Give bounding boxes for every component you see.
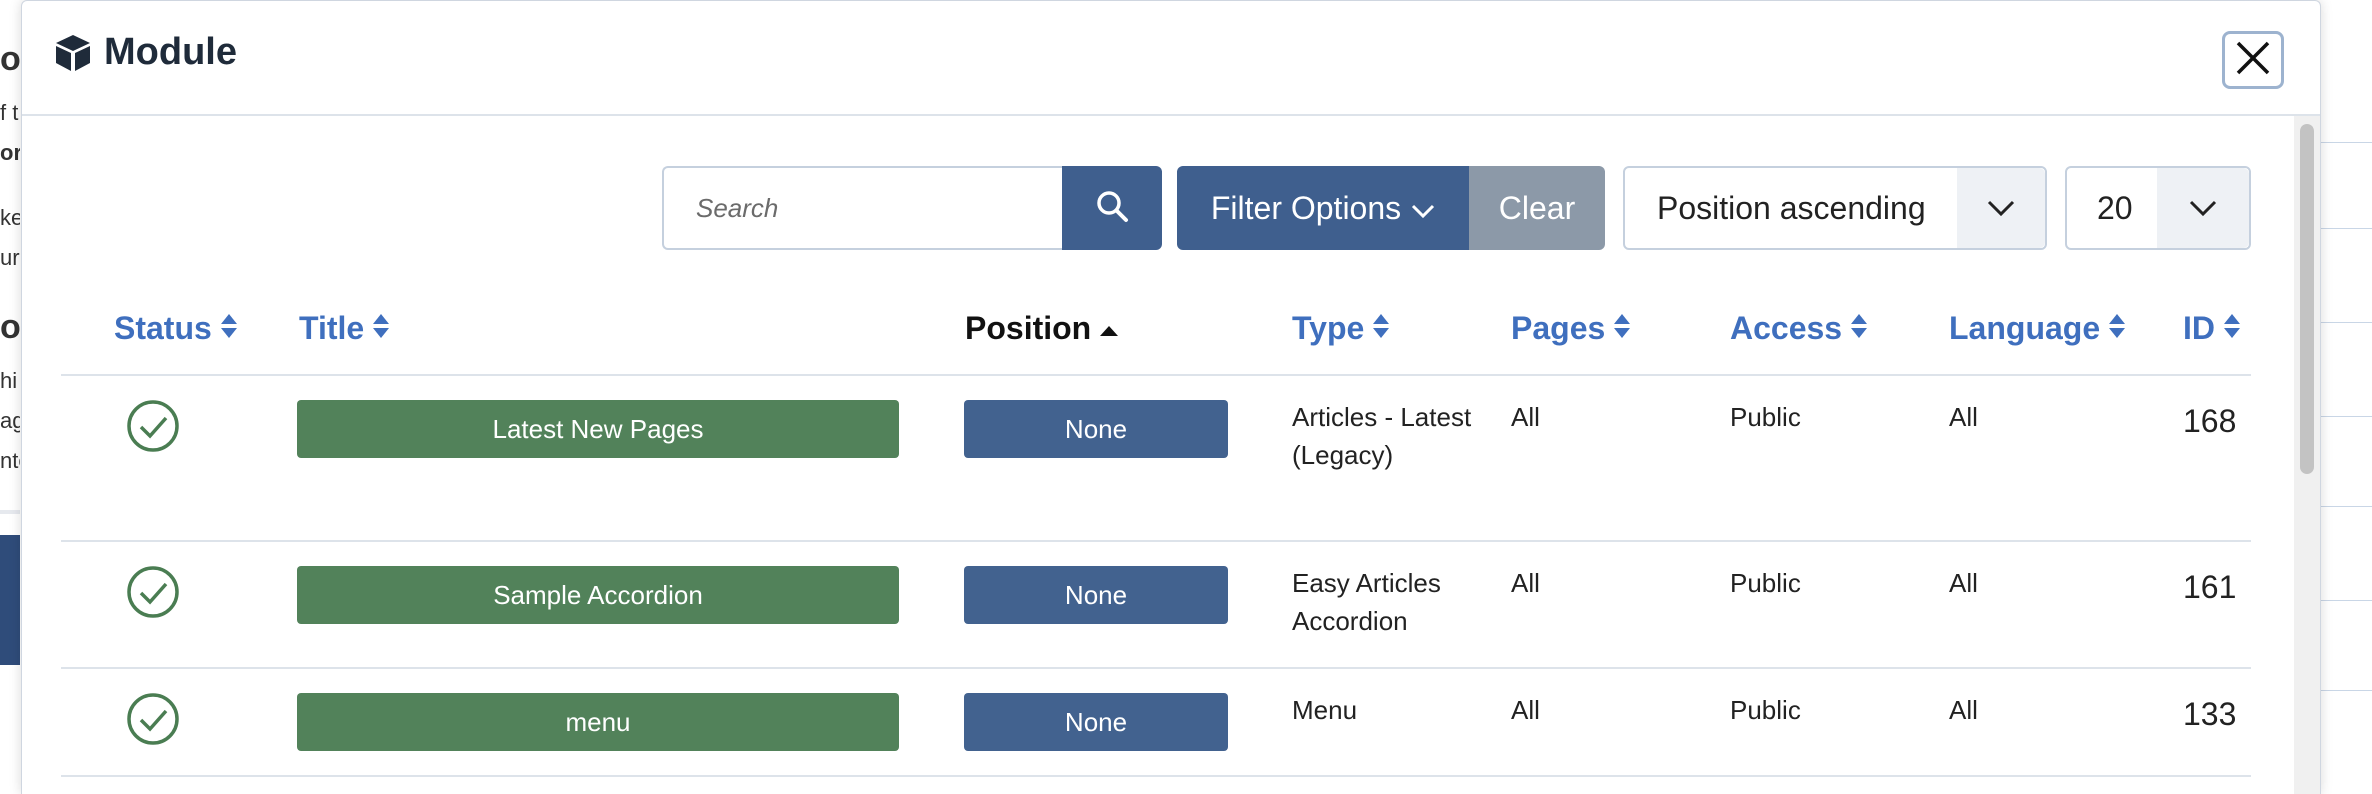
clear-button[interactable]: Clear: [1469, 166, 1605, 250]
search-icon: [1094, 188, 1130, 229]
bg-line: [2312, 690, 2372, 691]
access-cell: Public: [1730, 695, 1801, 725]
filter-options-button[interactable]: Filter Options: [1177, 166, 1469, 250]
pages-cell: All: [1511, 568, 1540, 598]
module-title-button[interactable]: menu: [297, 693, 899, 751]
filter-options-label: Filter Options: [1210, 189, 1402, 226]
bg-fragment: hi: [0, 368, 18, 393]
language-cell: All: [1949, 568, 1978, 598]
column-header-language[interactable]: Language: [1949, 310, 2126, 347]
bg-line: [2312, 600, 2372, 601]
chevron-down-icon: [1957, 168, 2045, 248]
sort-icon: [220, 310, 238, 347]
modal-title: Module: [104, 31, 237, 73]
sort-icon: [2223, 310, 2241, 347]
published-check-icon[interactable]: [126, 565, 180, 619]
chevron-down-icon: [2157, 168, 2249, 248]
column-header-position[interactable]: Position: [965, 310, 1119, 347]
search-box: [662, 166, 1064, 250]
published-check-icon[interactable]: [126, 399, 180, 453]
bg-line: [2312, 142, 2372, 143]
column-header-label: Language: [1949, 310, 2101, 346]
module-title-button[interactable]: Latest New Pages: [297, 400, 899, 458]
language-cell: All: [1949, 402, 1978, 432]
table-row: Sample Accordion None Easy Articles Acco…: [61, 542, 2251, 669]
search-button[interactable]: [1062, 166, 1162, 250]
bg-blue-block: [0, 535, 20, 665]
position-badge[interactable]: None: [964, 566, 1228, 624]
bg-line: [2312, 322, 2372, 323]
modal-header: Module: [22, 1, 2320, 116]
access-cell: Public: [1730, 402, 1801, 432]
cube-icon: [52, 32, 94, 74]
position-badge[interactable]: None: [964, 693, 1228, 751]
bg-fragment: f t: [0, 100, 19, 125]
sort-icon: [1850, 310, 1868, 347]
module-modal: Module Filter Opt: [21, 0, 2321, 794]
close-button[interactable]: [2222, 31, 2284, 89]
search-input[interactable]: [664, 168, 1064, 248]
column-header-pages[interactable]: Pages: [1511, 310, 1631, 347]
bg-fragment: ou: [0, 308, 20, 346]
id-cell: 168: [2183, 403, 2237, 439]
id-cell: 133: [2183, 696, 2237, 732]
list-limit-select[interactable]: 20: [2065, 166, 2251, 250]
column-header-type[interactable]: Type: [1292, 310, 1390, 347]
column-header-label: Status: [114, 310, 212, 346]
language-cell: All: [1949, 695, 1978, 725]
bg-fragment: nte: [0, 448, 20, 473]
modules-table: Status Title Position Type Pages Access …: [61, 286, 2251, 777]
column-header-label: Type: [1292, 310, 1365, 346]
column-header-label: Position: [965, 310, 1092, 346]
bg-fragment: or: [0, 140, 20, 165]
bg-fragment: or: [0, 40, 20, 78]
table-row: menu None Menu All Public All 133: [61, 669, 2251, 777]
bg-fragment: ur: [0, 245, 20, 270]
sort-icon: [1613, 310, 1631, 347]
ordering-select[interactable]: Position ascending: [1623, 166, 2047, 250]
sort-icon: [2108, 310, 2126, 347]
bg-divider: [0, 510, 20, 514]
filter-toolbar: Filter Options Clear Position ascending …: [22, 166, 2320, 252]
pages-cell: All: [1511, 695, 1540, 725]
table-header-row: Status Title Position Type Pages Access …: [61, 286, 2251, 376]
sort-icon: [1372, 310, 1390, 347]
pages-cell: All: [1511, 402, 1540, 432]
column-header-label: Title: [299, 310, 365, 346]
modal-title-wrap: Module: [52, 31, 237, 74]
column-header-access[interactable]: Access: [1730, 310, 1868, 347]
column-header-label: Pages: [1511, 310, 1606, 346]
published-check-icon[interactable]: [126, 692, 180, 746]
sort-ascending-icon: [1099, 310, 1119, 347]
ordering-select-value: Position ascending: [1657, 189, 1926, 226]
position-badge[interactable]: None: [964, 400, 1228, 458]
column-header-id[interactable]: ID: [2183, 310, 2241, 347]
bg-line: [2312, 506, 2372, 507]
sort-icon: [372, 310, 390, 347]
bg-fragment: ag: [0, 408, 20, 433]
table-row: Latest New Pages None Articles - Latest …: [61, 376, 2251, 542]
id-cell: 161: [2183, 569, 2237, 605]
list-limit-value: 20: [2097, 189, 2133, 226]
close-icon: [2235, 40, 2271, 81]
bg-line: [2312, 228, 2372, 229]
module-title-button[interactable]: Sample Accordion: [297, 566, 899, 624]
type-cell: Easy Articles Accordion: [1292, 568, 1441, 636]
access-cell: Public: [1730, 568, 1801, 598]
type-cell: Articles - Latest (Legacy): [1292, 402, 1472, 470]
column-header-status[interactable]: Status: [114, 310, 238, 347]
bg-line: [2312, 416, 2372, 417]
type-cell: Menu: [1292, 695, 1358, 725]
bg-fragment: ke: [0, 205, 20, 230]
column-header-title[interactable]: Title: [299, 310, 390, 347]
chevron-down-icon: [1411, 190, 1435, 227]
column-header-label: Access: [1730, 310, 1843, 346]
column-header-label: ID: [2183, 310, 2215, 346]
